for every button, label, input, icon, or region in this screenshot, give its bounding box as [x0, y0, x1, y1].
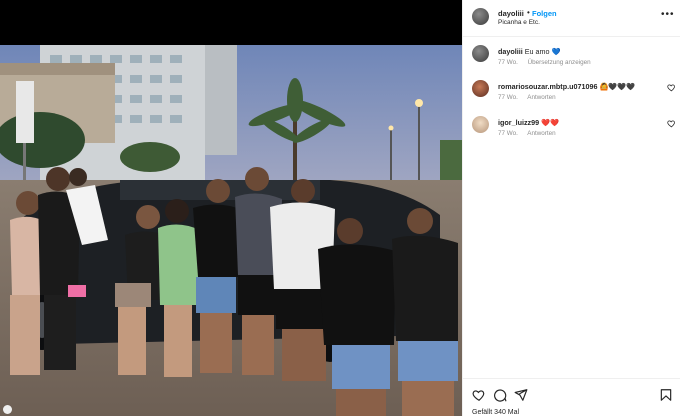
likes-count[interactable]: Gefällt 340 Mal	[472, 409, 519, 416]
comment-avatar[interactable]	[472, 116, 489, 133]
comment-text: Eu amo	[524, 47, 550, 56]
post-location[interactable]: Picanha e Etc.	[498, 19, 540, 26]
comment-meta: 77 Wo. Antworten	[498, 94, 564, 101]
post-photo[interactable]	[0, 45, 462, 416]
comment-username[interactable]: igor_luizz99	[498, 118, 539, 127]
post-header: dayoliii • Folgen Picanha e Etc. •••	[463, 0, 680, 37]
comment-avatar[interactable]	[472, 45, 489, 62]
comment-meta: 77 Wo. Übersetzung anzeigen	[498, 59, 599, 66]
reply-button[interactable]: Antworten	[527, 130, 555, 137]
comment-icon[interactable]	[493, 388, 507, 402]
comment-username[interactable]: dayoliii	[498, 47, 523, 56]
comment-emoji: 🙆🖤🖤🖤	[599, 82, 636, 91]
comment-emoji: ❤️❤️	[541, 118, 560, 127]
group-photo-illustration	[0, 45, 462, 416]
heart-icon[interactable]	[667, 83, 676, 92]
media-pane	[0, 0, 462, 416]
post-side-panel: dayoliii • Folgen Picanha e Etc. ••• day…	[462, 0, 680, 416]
comment-avatar[interactable]	[472, 80, 489, 97]
comment-age[interactable]: 77 Wo.	[498, 130, 518, 137]
comment-meta: 77 Wo. Antworten	[498, 130, 564, 137]
comment-line: dayoliii Eu amo 💙	[498, 47, 561, 56]
comment-emoji: 💙	[551, 47, 561, 56]
author-username[interactable]: dayoliii	[498, 9, 524, 18]
comment-username[interactable]: romariosouzar.mbtp.u071096	[498, 82, 597, 91]
reply-button[interactable]: Antworten	[527, 94, 555, 101]
comment-line: romariosouzar.mbtp.u071096 🙆🖤🖤🖤	[498, 82, 635, 91]
more-icon[interactable]: •••	[661, 9, 675, 20]
author-avatar[interactable]	[472, 8, 489, 25]
header-separator: •	[527, 8, 530, 17]
comment-age[interactable]: 77 Wo.	[498, 94, 518, 101]
bookmark-icon[interactable]	[659, 388, 673, 402]
heart-icon[interactable]	[667, 119, 676, 128]
comment-line: igor_luizz99 ❤️❤️	[498, 118, 559, 127]
comment-age[interactable]: 77 Wo.	[498, 59, 518, 66]
heart-icon[interactable]	[472, 388, 486, 402]
follow-button[interactable]: Folgen	[532, 9, 557, 18]
carousel-dot-indicator	[3, 405, 12, 414]
share-icon[interactable]	[514, 388, 528, 402]
translate-link[interactable]: Übersetzung anzeigen	[528, 59, 591, 66]
